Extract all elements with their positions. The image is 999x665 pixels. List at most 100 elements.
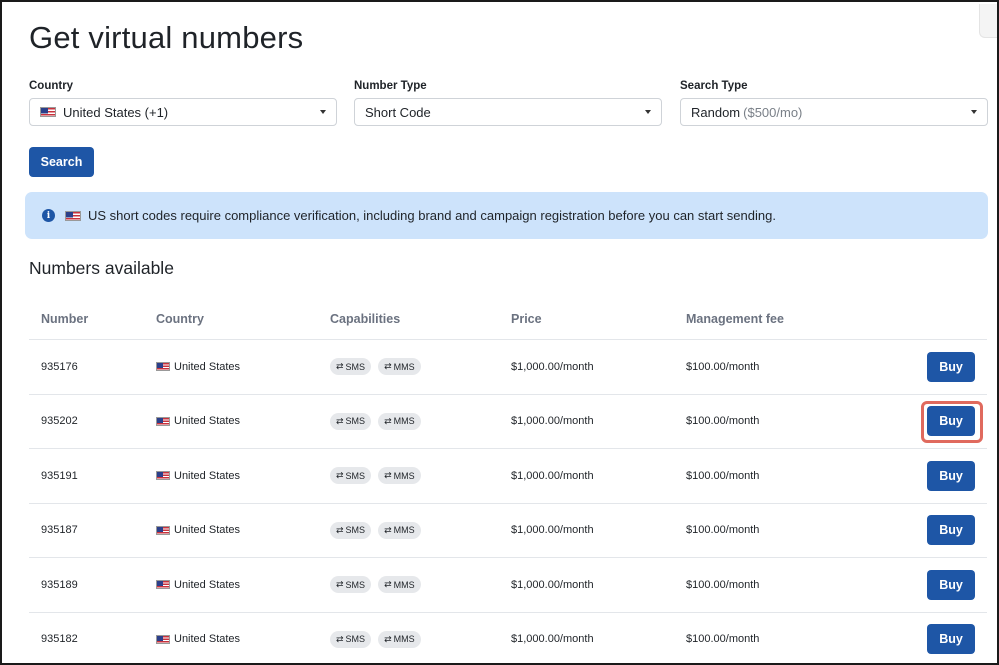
- capabilities-cell: ⇄ SMS ⇄ MMS: [330, 467, 421, 485]
- country-text: United States: [174, 578, 241, 591]
- col-number: Number: [41, 311, 89, 326]
- caret-down-icon: [971, 110, 977, 114]
- table-row: 935189 United States ⇄ SMS ⇄ MMS $1,000.00/mon…: [29, 558, 987, 613]
- us-flag-icon: [156, 634, 170, 644]
- country-field: Country United States (+1): [29, 80, 337, 126]
- buy-button[interactable]: Buy: [927, 406, 975, 437]
- caret-down-icon: [320, 110, 326, 114]
- exchange-arrows-icon: ⇄: [384, 633, 392, 644]
- compliance-banner: i US short codes require compliance veri…: [25, 192, 988, 239]
- number-cell: 935191: [41, 469, 78, 482]
- capability-badge: ⇄ SMS: [330, 467, 372, 485]
- search-type-select[interactable]: Random ($500/mo): [680, 98, 988, 126]
- price-cell: $1,000.00/month: [511, 633, 594, 646]
- search-type-label: Search Type: [680, 80, 748, 92]
- buy-button[interactable]: Buy: [927, 515, 975, 546]
- capability-text: MMS: [393, 361, 415, 372]
- buy-button[interactable]: Buy: [927, 569, 975, 600]
- capability-text: SMS: [345, 361, 366, 372]
- country-text: United States: [174, 415, 241, 428]
- banner-text: US short codes require compliance verifi…: [88, 208, 776, 223]
- number-type-label: Number Type: [354, 80, 427, 92]
- management-fee-cell: $100.00/month: [686, 415, 760, 428]
- country-text: United States: [174, 524, 241, 537]
- capability-badge: ⇄ MMS: [378, 576, 421, 594]
- buy-button[interactable]: Buy: [927, 351, 975, 382]
- us-flag-icon: [65, 210, 81, 221]
- country-select[interactable]: United States (+1): [29, 98, 337, 126]
- us-flag-icon: [40, 107, 56, 117]
- number-type-field: Number Type Short Code: [354, 80, 662, 126]
- capability-text: SMS: [345, 579, 366, 590]
- management-fee-cell: $100.00/month: [686, 469, 760, 482]
- info-icon: i: [42, 209, 55, 222]
- price-cell: $1,000.00/month: [511, 469, 594, 482]
- buy-cell: Buy: [927, 515, 975, 546]
- search-button[interactable]: Search: [29, 147, 94, 177]
- number-cell: 935176: [41, 360, 78, 373]
- capability-text: SMS: [345, 634, 366, 645]
- capability-text: MMS: [393, 579, 415, 590]
- country-cell: United States: [156, 415, 240, 427]
- number-type-select[interactable]: Short Code: [354, 98, 662, 126]
- exchange-arrows-icon: ⇄: [384, 470, 392, 481]
- exchange-arrows-icon: ⇄: [336, 361, 344, 372]
- buy-cell: Buy: [927, 569, 975, 600]
- number-type-value: Short Code: [365, 104, 431, 120]
- buy-button[interactable]: Buy: [927, 460, 975, 491]
- capability-badge: ⇄ MMS: [378, 358, 421, 376]
- table-row: 935182 United States ⇄ SMS ⇄ MMS $1,000.00/mon…: [29, 613, 987, 664]
- buy-cell: Buy: [927, 406, 975, 437]
- capability-badge: ⇄ MMS: [378, 521, 421, 539]
- price-cell: $1,000.00/month: [511, 524, 594, 537]
- page-frame: Get virtual numbers Country United State…: [0, 0, 999, 665]
- buy-cell: Buy: [927, 351, 975, 382]
- country-cell: United States: [156, 579, 240, 591]
- country-cell: United States: [156, 524, 240, 536]
- page-title: Get virtual numbers: [29, 20, 304, 55]
- buy-cell: Buy: [927, 460, 975, 491]
- country-text: United States: [174, 469, 241, 482]
- exchange-arrows-icon: ⇄: [336, 470, 344, 481]
- table-body: 935176 United States ⇄ SMS ⇄ MMS $1,000.00/mon…: [29, 340, 987, 664]
- management-fee-cell: $100.00/month: [686, 360, 760, 373]
- number-cell: 935182: [41, 633, 78, 646]
- capability-text: SMS: [345, 470, 366, 481]
- col-price: Price: [511, 311, 542, 326]
- capabilities-cell: ⇄ SMS ⇄ MMS: [330, 358, 421, 376]
- number-cell: 935189: [41, 578, 78, 591]
- us-flag-icon: [156, 416, 170, 426]
- capability-badge: ⇄ SMS: [330, 630, 372, 648]
- capabilities-cell: ⇄ SMS ⇄ MMS: [330, 412, 421, 430]
- col-country: Country: [156, 311, 204, 326]
- country-cell: United States: [156, 633, 240, 645]
- capability-badge: ⇄ SMS: [330, 412, 372, 430]
- number-cell: 935202: [41, 415, 78, 428]
- buy-button[interactable]: Buy: [927, 624, 975, 655]
- corner-tab[interactable]: [979, 4, 997, 38]
- capability-text: SMS: [345, 525, 366, 536]
- exchange-arrows-icon: ⇄: [336, 415, 344, 426]
- exchange-arrows-icon: ⇄: [384, 415, 392, 426]
- number-cell: 935187: [41, 524, 78, 537]
- search-type-field: Search Type Random ($500/mo): [680, 80, 988, 126]
- search-type-price: ($500/mo): [743, 104, 803, 120]
- buy-cell: Buy: [927, 624, 975, 655]
- numbers-table: Number Country Capabilities Price Manage…: [29, 298, 987, 664]
- country-cell: United States: [156, 470, 240, 482]
- exchange-arrows-icon: ⇄: [336, 579, 344, 590]
- management-fee-cell: $100.00/month: [686, 524, 760, 537]
- capability-text: MMS: [393, 470, 415, 481]
- capability-badge: ⇄ SMS: [330, 576, 372, 594]
- table-row: 935176 United States ⇄ SMS ⇄ MMS $1,000.00/mon…: [29, 340, 987, 395]
- capabilities-cell: ⇄ SMS ⇄ MMS: [330, 576, 421, 594]
- capabilities-cell: ⇄ SMS ⇄ MMS: [330, 630, 421, 648]
- caret-down-icon: [645, 110, 651, 114]
- price-cell: $1,000.00/month: [511, 360, 594, 373]
- exchange-arrows-icon: ⇄: [384, 361, 392, 372]
- price-cell: $1,000.00/month: [511, 578, 594, 591]
- country-text: United States: [174, 360, 241, 373]
- country-label: Country: [29, 80, 74, 92]
- capability-badge: ⇄ MMS: [378, 467, 421, 485]
- col-capabilities: Capabilities: [330, 311, 401, 326]
